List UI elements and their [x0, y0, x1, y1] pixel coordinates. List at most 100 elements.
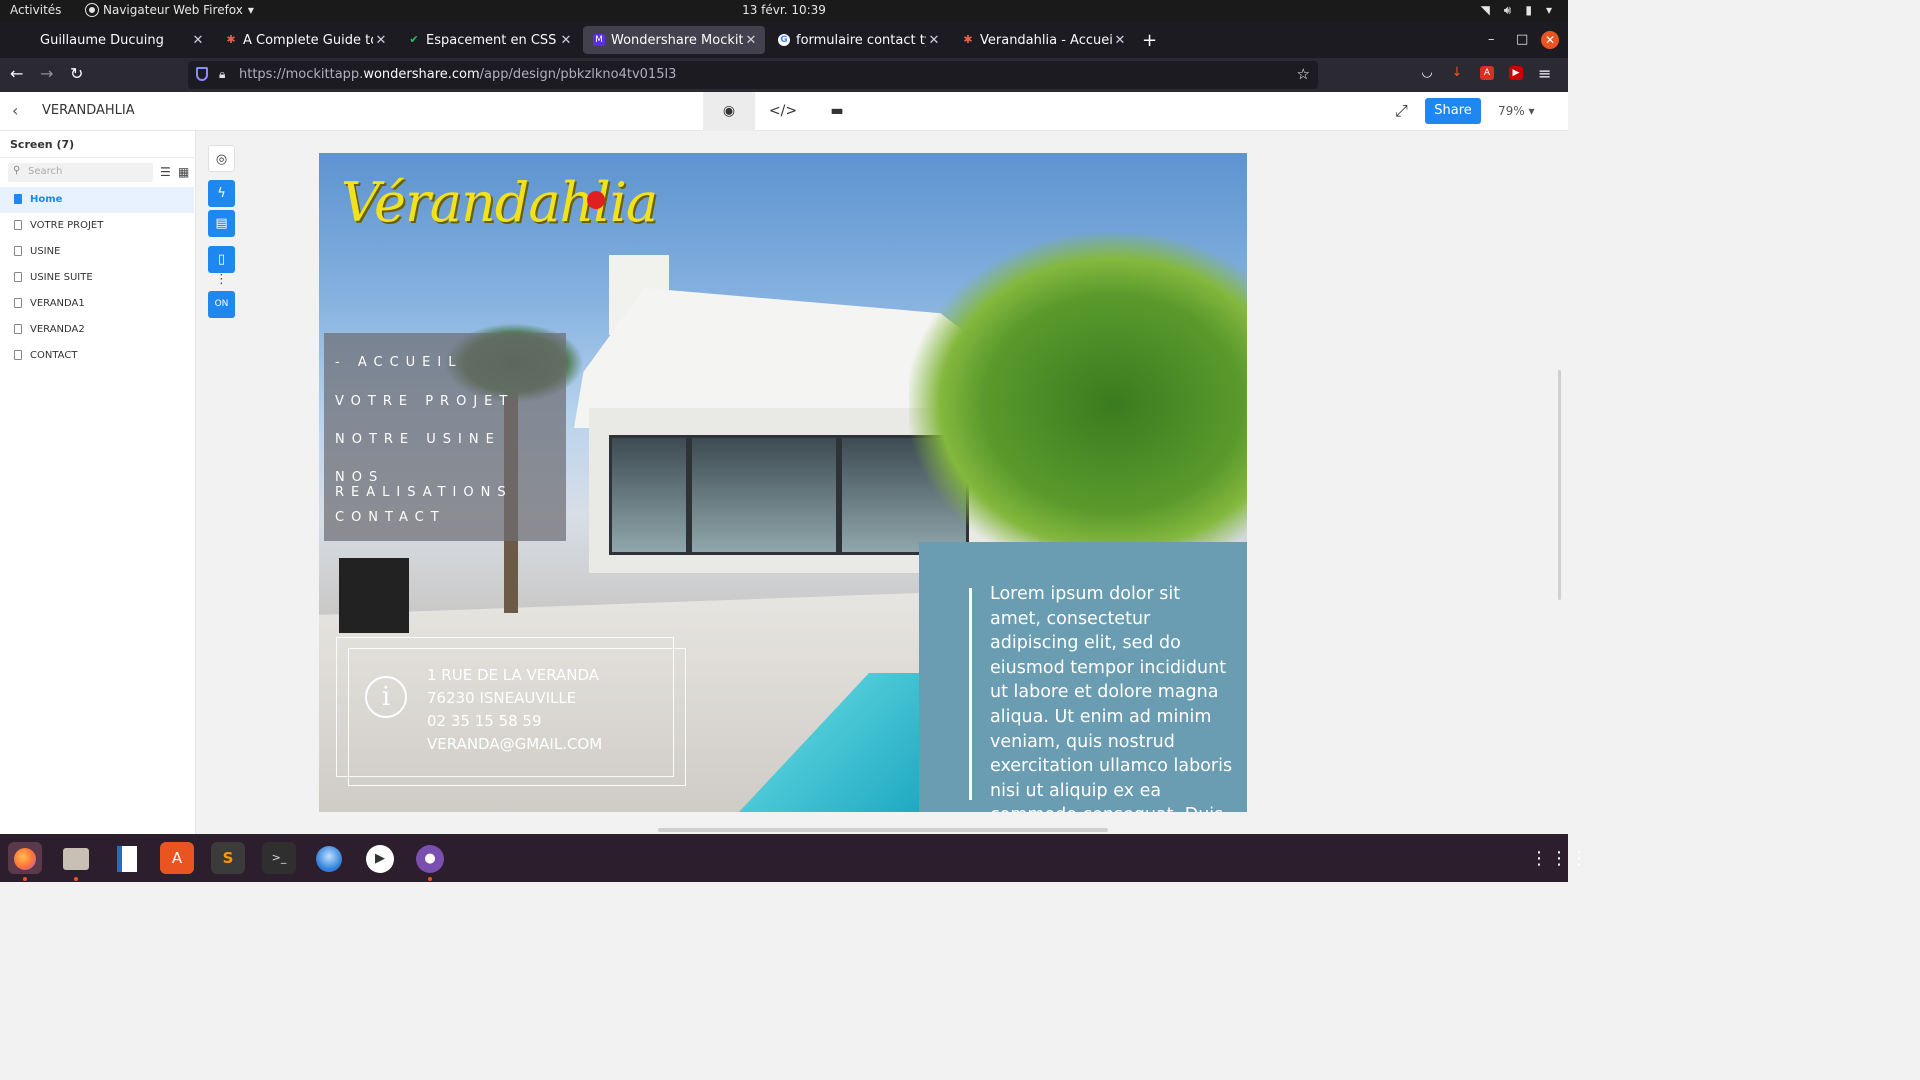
back-icon[interactable]: ←: [10, 64, 23, 83]
volume-icon[interactable]: 🔊︎: [1504, 3, 1512, 18]
download-icon[interactable]: ↓: [1450, 66, 1464, 80]
site-logo[interactable]: Vérandahlia: [341, 171, 658, 234]
code-icon[interactable]: </>: [757, 92, 809, 131]
thunderbird-icon[interactable]: [312, 842, 346, 874]
email-line: VERANDA@GMAIL.COM: [427, 735, 603, 753]
forward-icon[interactable]: →: [40, 64, 53, 83]
tab-title: Verandahlia - Accueil: [980, 32, 1112, 48]
system-top-bar: Activités Navigateur Web Firefox ▾ 13 fé…: [0, 0, 1568, 22]
screen-item-veranda2[interactable]: VERANDA2: [0, 317, 194, 343]
google-icon: G: [778, 34, 790, 46]
close-tab-icon[interactable]: ✕: [1112, 33, 1128, 48]
grid-view-icon[interactable]: ▦: [178, 165, 189, 179]
close-tab-icon[interactable]: ✕: [373, 33, 389, 48]
tab-title: A Complete Guide to Flex: [243, 32, 373, 48]
maximize-icon[interactable]: □: [1516, 32, 1528, 47]
menu-item-votre-projet[interactable]: VOTRE PROJET: [335, 394, 514, 409]
bookmark-star-icon[interactable]: ☆: [1297, 65, 1310, 83]
info-icon: i: [365, 676, 407, 718]
menu-item-nos-realisations[interactable]: NOS REALISATIONS: [335, 470, 566, 500]
tab-title: Wondershare Mockitt - V: [611, 32, 743, 48]
page-icon: [14, 272, 22, 282]
new-tab-icon[interactable]: +: [1142, 30, 1157, 51]
search-icon: ⚲: [13, 165, 21, 176]
page-icon: [14, 350, 22, 360]
lightning-icon[interactable]: ϟ: [208, 180, 235, 207]
writer-icon[interactable]: [110, 842, 144, 874]
hamburger-menu-icon[interactable]: ≡: [1538, 64, 1551, 83]
menu-item-contact[interactable]: CONTACT: [335, 510, 446, 525]
browser-tab[interactable]: ✱ A Complete Guide to Flex ✕: [215, 26, 395, 54]
screen-item-usine-suite[interactable]: USINE SUITE: [0, 265, 194, 291]
notes-icon[interactable]: ▤: [208, 210, 235, 237]
intro-text: Lorem ipsum dolor sit amet, consectetur …: [990, 584, 1233, 812]
software-icon[interactable]: A: [160, 842, 194, 874]
planter-image: [339, 558, 409, 633]
firefox-icon[interactable]: [8, 842, 42, 881]
close-tab-icon[interactable]: ✕: [190, 33, 206, 48]
close-tab-icon[interactable]: ✕: [743, 33, 759, 48]
url-text[interactable]: https://mockittapp.wondershare.com/app/d…: [239, 67, 676, 82]
terminal-icon[interactable]: >_: [262, 842, 296, 874]
pocket-icon[interactable]: ◡: [1420, 66, 1434, 80]
adblock-icon[interactable]: A: [1480, 66, 1494, 80]
house-image: [689, 435, 839, 555]
fullscreen-icon[interactable]: ⤢: [1395, 101, 1408, 121]
page-icon: [14, 246, 22, 256]
media-player-icon[interactable]: ▶: [363, 842, 397, 874]
horizontal-scrollbar[interactable]: [658, 828, 1108, 832]
asterisk-icon: ✱: [963, 33, 973, 46]
browser-tab[interactable]: G formulaire contact type ✕: [768, 26, 948, 54]
browser-tab[interactable]: ✱ Verandahlia - Accueil ✕: [952, 26, 1134, 54]
tab-title: Espacement en CSS (pad: [426, 32, 558, 48]
clock[interactable]: 13 févr. 10:39: [0, 3, 1568, 17]
lock-icon[interactable]: 🔒︎: [219, 67, 225, 82]
tracking-shield-icon[interactable]: [196, 67, 208, 81]
show-apps-icon[interactable]: ⋮⋮⋮: [1530, 848, 1590, 869]
target-icon[interactable]: ◎: [208, 145, 235, 172]
chevron-down-icon[interactable]: ▾: [1546, 3, 1552, 18]
close-window-icon[interactable]: ✕: [1541, 31, 1559, 49]
menu-item-accueil[interactable]: - ACCUEIL: [335, 355, 462, 370]
browser-tab[interactable]: ✔ Espacement en CSS (pad ✕: [398, 26, 580, 54]
browser-tab[interactable]: Guillaume Ducuing ✕: [22, 26, 212, 54]
url-bar[interactable]: 🔒︎ https://mockittapp.wondershare.com/ap…: [188, 61, 1318, 89]
github-icon[interactable]: ●: [413, 842, 447, 881]
reload-icon[interactable]: ↻: [70, 64, 83, 83]
wifi-icon[interactable]: ◥: [1481, 3, 1490, 18]
list-view-icon[interactable]: ☰: [160, 165, 171, 179]
screen-item-veranda1[interactable]: VERANDA1: [0, 291, 194, 317]
zoom-select[interactable]: 79% ▾: [1498, 104, 1535, 118]
toggle-on-icon[interactable]: ON: [208, 291, 235, 318]
page-icon: [14, 298, 22, 308]
back-arrow-icon[interactable]: ‹: [12, 101, 18, 120]
phone-line: 02 35 15 58 59: [427, 712, 542, 730]
screen-item-votre-projet[interactable]: VOTRE PROJET: [0, 213, 194, 239]
vertical-scrollbar[interactable]: [1558, 370, 1561, 600]
house-image: [609, 435, 689, 555]
youtube-icon[interactable]: ▶: [1509, 66, 1523, 80]
dock: A S >_ ▶ ● ⋮⋮⋮: [0, 834, 1588, 882]
screen-item-contact[interactable]: CONTACT: [0, 343, 194, 369]
browser-tab-active[interactable]: M Wondershare Mockitt - V ✕: [583, 26, 765, 54]
plant-image: [909, 233, 1247, 543]
screen-item-home[interactable]: Home: [0, 187, 194, 213]
minimize-icon[interactable]: –: [1488, 32, 1495, 47]
eye-icon[interactable]: ◉: [703, 92, 755, 131]
navigation-bar: ← → ↻ 🔒︎ https://mockittapp.wondershare.…: [0, 58, 1568, 92]
comment-icon[interactable]: ▬: [811, 92, 863, 131]
share-button[interactable]: Share: [1425, 98, 1481, 124]
close-tab-icon[interactable]: ✕: [558, 33, 574, 48]
device-icon[interactable]: ▯: [208, 246, 235, 273]
sublime-icon[interactable]: S: [211, 842, 245, 874]
project-name[interactable]: VERANDAHLIA: [42, 103, 135, 118]
menu-item-notre-usine[interactable]: NOTRE USINE: [335, 432, 501, 447]
files-icon[interactable]: [59, 842, 93, 881]
system-tray[interactable]: ◥ 🔊︎ ▮ ▾: [1481, 3, 1552, 18]
design-canvas[interactable]: Vérandahlia - ACCUEIL VOTRE PROJET NOTRE…: [319, 153, 1247, 812]
more-icon[interactable]: ⋮: [208, 273, 235, 287]
close-tab-icon[interactable]: ✕: [926, 33, 942, 48]
battery-icon[interactable]: ▮: [1525, 3, 1532, 18]
search-input[interactable]: ⚲ Search: [8, 163, 153, 182]
screen-item-usine[interactable]: USINE: [0, 239, 194, 265]
